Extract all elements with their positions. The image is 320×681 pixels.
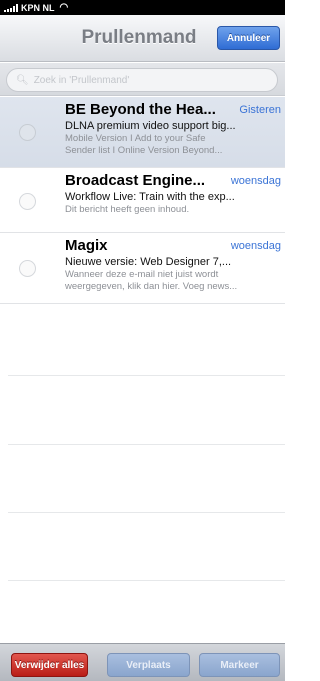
message-sender: Broadcast Engine... xyxy=(65,172,206,189)
cancel-button[interactable]: Annuleer xyxy=(217,26,280,50)
preview-line: Mobile Version I Add to your Safe xyxy=(65,133,206,144)
message-sender: BE Beyond the Hea... xyxy=(65,101,216,118)
preview-line: Sender list I Online Version Beyond... xyxy=(65,145,223,156)
message-subject: Nieuwe versie: Web Designer 7,... xyxy=(65,256,232,268)
delete-all-button[interactable]: Verwijder alles xyxy=(11,653,88,677)
message-subject: DLNA premium video support big... xyxy=(65,120,236,132)
message-date: woensdag xyxy=(230,175,281,187)
search-placeholder: Zoek in 'Prullenmand' xyxy=(33,74,130,86)
message-preview: Mobile Version I Add to your Safe Sender… xyxy=(65,133,277,157)
empty-row-divider xyxy=(8,580,285,581)
message-row[interactable]: BE Beyond the Hea... Gisteren DLNA premi… xyxy=(0,97,285,168)
search-icon: 🔍︎ xyxy=(16,74,29,86)
navigation-bar: Prullenmand Annuleer xyxy=(0,15,285,62)
message-subject: Workflow Live: Train with the exp... xyxy=(65,191,235,203)
message-sender: Magix xyxy=(65,237,108,254)
message-date: Gisteren xyxy=(239,104,281,116)
preview-line: weergegeven, klik dan hier. Voeg news... xyxy=(65,281,238,292)
bottom-toolbar: Verwijder alles Verplaats Markeer xyxy=(0,643,285,681)
mark-button[interactable]: Markeer xyxy=(199,653,280,677)
empty-row-divider xyxy=(8,375,285,376)
status-bar: KPN NL ◠ xyxy=(0,0,285,15)
preview-line: Dit bericht heeft geen inhoud. xyxy=(65,204,190,215)
signal-bars-icon xyxy=(4,3,18,12)
message-preview: Dit bericht heeft geen inhoud. xyxy=(65,204,277,216)
select-circle-icon[interactable] xyxy=(19,193,36,210)
carrier-label: KPN NL xyxy=(21,2,55,13)
select-circle-icon[interactable] xyxy=(19,124,36,141)
select-circle-icon[interactable] xyxy=(19,260,36,277)
move-button[interactable]: Verplaats xyxy=(107,653,190,677)
message-row[interactable]: Magix woensdag Nieuwe versie: Web Design… xyxy=(0,233,285,304)
message-row[interactable]: Broadcast Engine... woensdag Workflow Li… xyxy=(0,168,285,233)
preview-line: Wanneer deze e-mail niet juist wordt xyxy=(65,269,219,280)
search-bar: 🔍︎ Zoek in 'Prullenmand' xyxy=(0,63,285,96)
empty-row-divider xyxy=(8,512,285,513)
message-preview: Wanneer deze e-mail niet juist wordt wee… xyxy=(65,269,277,293)
empty-row-divider xyxy=(8,444,285,445)
search-input[interactable]: 🔍︎ Zoek in 'Prullenmand' xyxy=(6,68,278,92)
page-title: Prullenmand xyxy=(81,27,197,48)
wifi-icon: ◠ xyxy=(59,1,69,13)
message-date: woensdag xyxy=(230,240,281,252)
